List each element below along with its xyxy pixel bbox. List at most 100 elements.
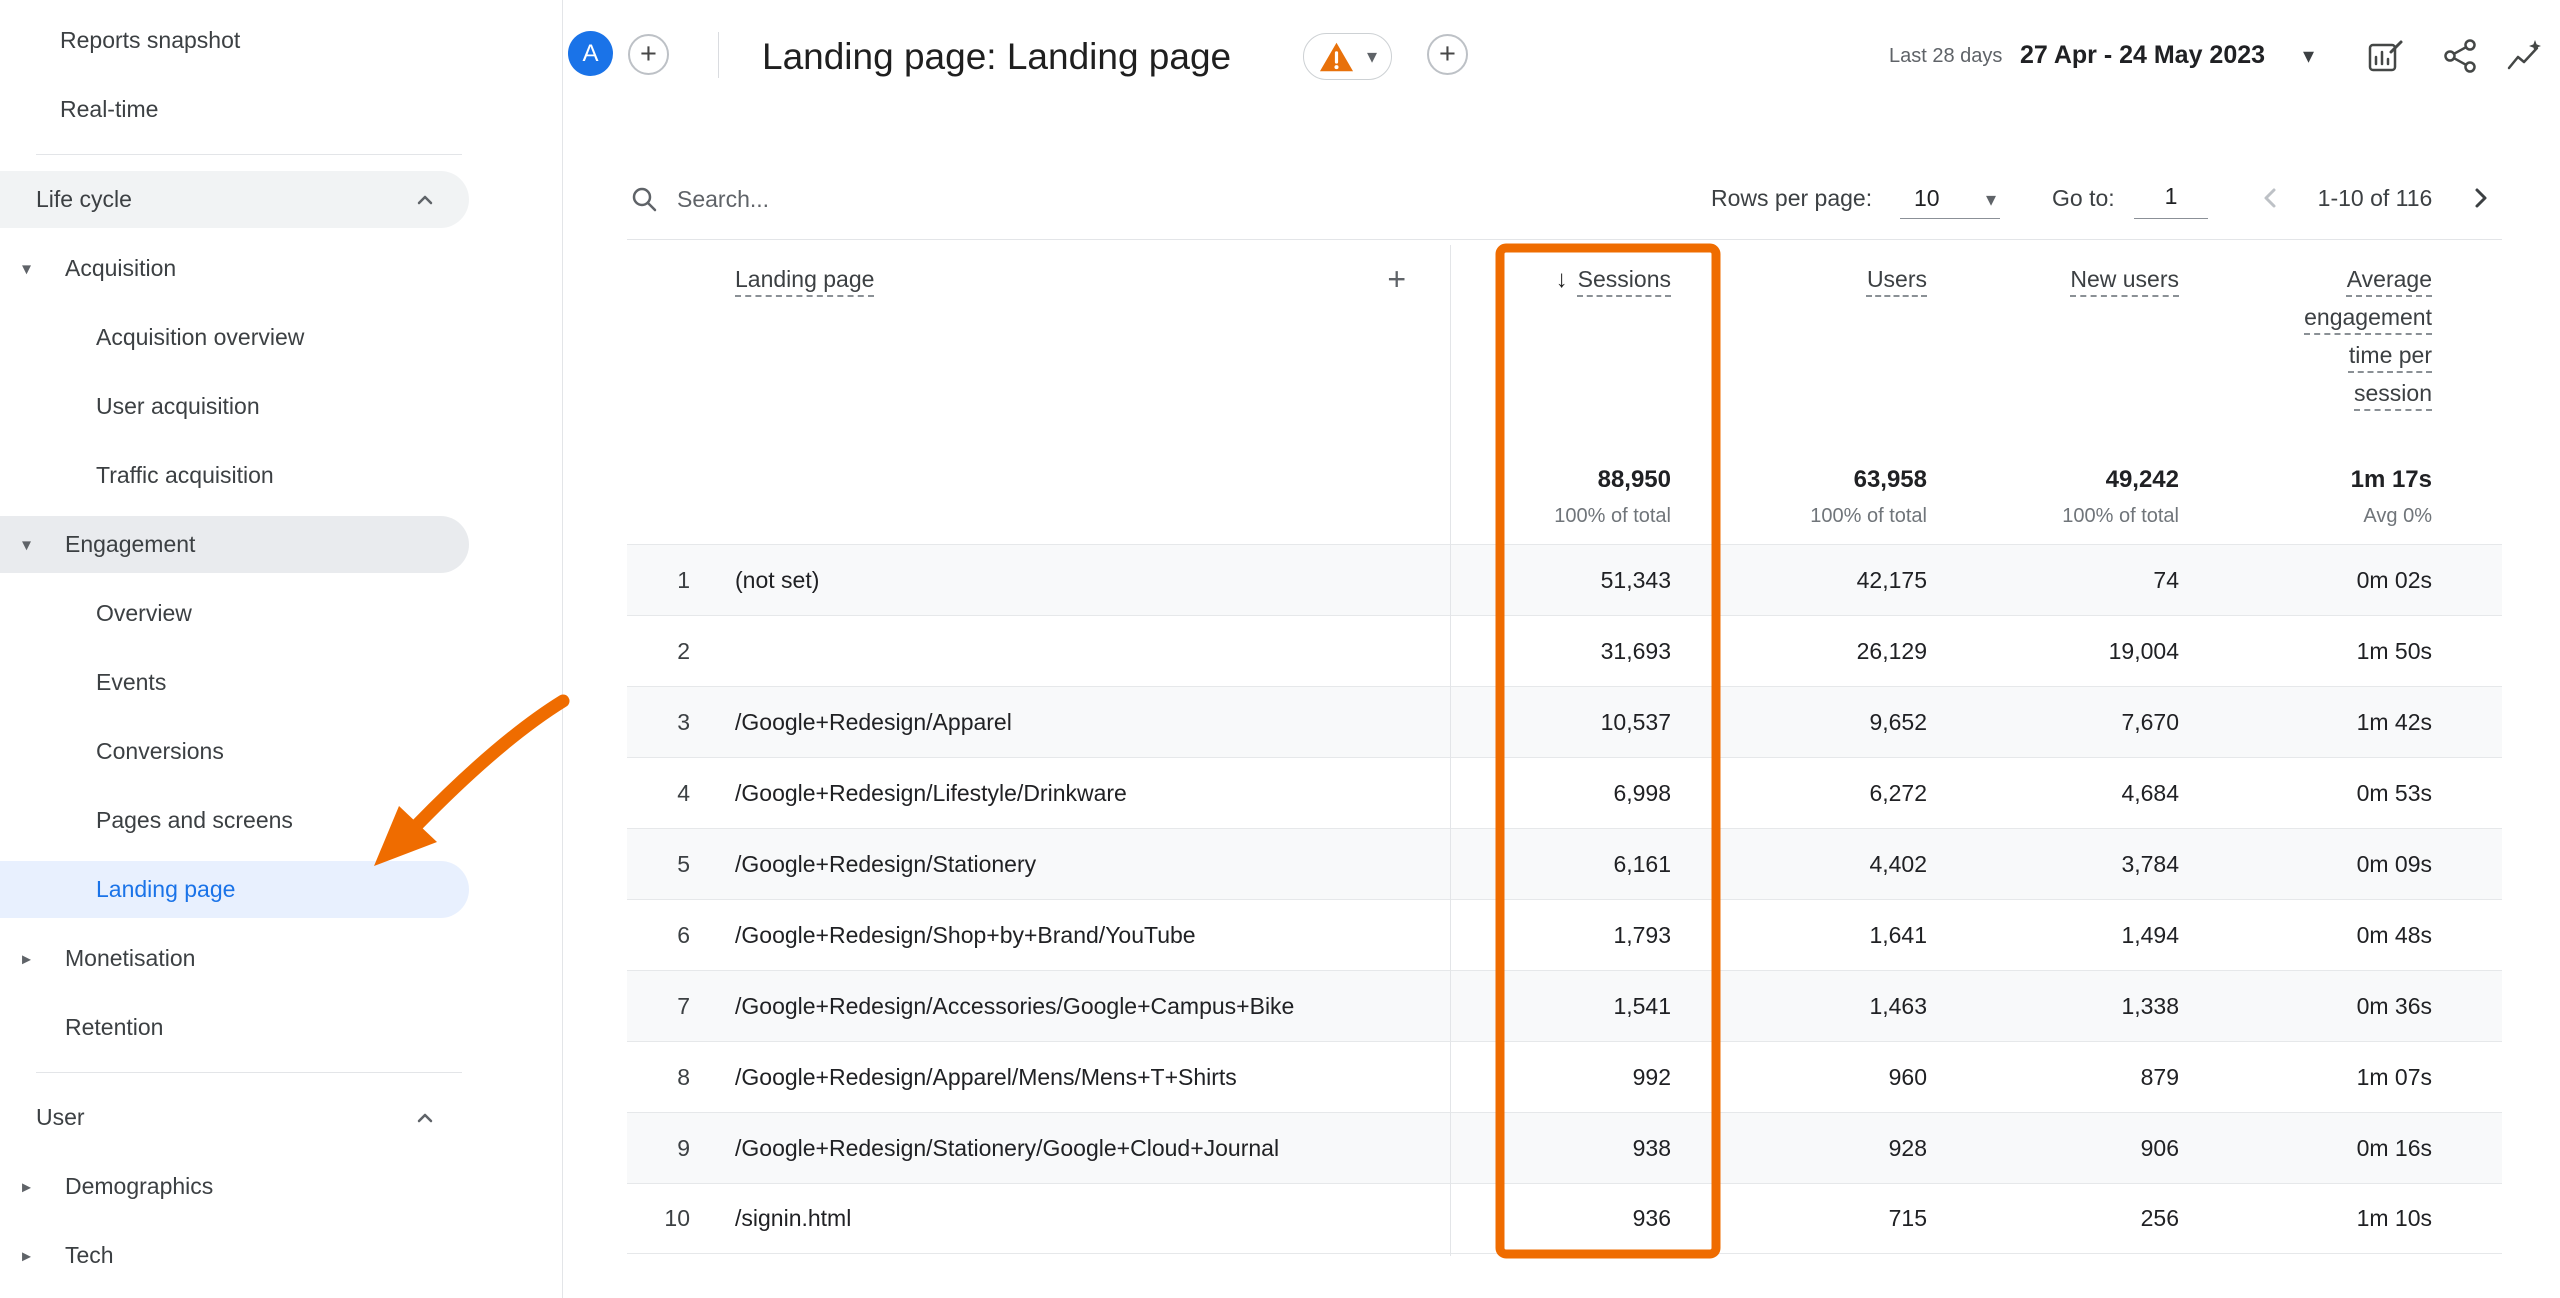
table-row[interactable]: 6 /Google+Redesign/Shop+by+Brand/YouTube… bbox=[627, 899, 2502, 970]
sidebar-section-life-cycle[interactable]: Life cycle bbox=[0, 165, 562, 234]
users-cell: 715 bbox=[1690, 1205, 1945, 1232]
sessions-header-label[interactable]: Sessions bbox=[1578, 266, 1671, 292]
table-row[interactable]: 5 /Google+Redesign/Stationery 6,161 4,40… bbox=[627, 828, 2502, 899]
sidebar-item-label: Acquisition overview bbox=[96, 324, 304, 351]
sidebar-item-conversions[interactable]: Conversions bbox=[0, 717, 562, 786]
new-users-cell: 4,684 bbox=[1945, 780, 2197, 807]
sessions-cell: 1,541 bbox=[1450, 993, 1690, 1020]
add-report-tab-button[interactable]: + bbox=[1427, 34, 1468, 75]
row-index: 2 bbox=[627, 638, 712, 665]
sidebar-item-real-time[interactable]: Real-time bbox=[0, 75, 562, 144]
data-quality-chip[interactable]: ▾ bbox=[1303, 33, 1392, 80]
sidebar-item-landing-page[interactable]: Landing page bbox=[0, 855, 562, 924]
sidebar-item-events[interactable]: Events bbox=[0, 648, 562, 717]
sidebar-item-overview[interactable]: Overview bbox=[0, 579, 562, 648]
go-to-label: Go to: bbox=[2052, 185, 2115, 212]
rows-per-page-value: 10 bbox=[1914, 185, 1940, 212]
users-cell: 4,402 bbox=[1690, 851, 1945, 878]
table-row[interactable]: 7 /Google+Redesign/Accessories/Google+Ca… bbox=[627, 970, 2502, 1041]
sidebar-item-traffic-acquisition[interactable]: Traffic acquisition bbox=[0, 441, 562, 510]
users-cell: 6,272 bbox=[1690, 780, 1945, 807]
sessions-cell: 1,793 bbox=[1450, 922, 1690, 949]
sidebar-item-reports-snapshot[interactable]: Reports snapshot bbox=[0, 6, 562, 75]
row-number-header bbox=[627, 240, 712, 544]
users-cell: 26,129 bbox=[1690, 638, 1945, 665]
total-percent: 100% of total bbox=[1554, 502, 1671, 530]
row-index: 8 bbox=[627, 1064, 712, 1091]
avg-engagement-cell: 0m 48s bbox=[2197, 922, 2502, 949]
table-row[interactable]: 2 31,693 26,129 19,004 1m 50s bbox=[627, 615, 2502, 686]
table-row[interactable]: 1 (not set) 51,343 42,175 74 0m 02s bbox=[627, 544, 2502, 615]
sidebar-item-label: Overview bbox=[96, 600, 192, 627]
total-value: 1m 17s bbox=[2351, 464, 2432, 496]
sidebar-item-acquisition-overview[interactable]: Acquisition overview bbox=[0, 303, 562, 372]
date-range-selector[interactable]: 27 Apr - 24 May 2023 bbox=[2020, 41, 2265, 70]
sidebar-divider bbox=[36, 154, 462, 155]
share-report-button[interactable] bbox=[2440, 37, 2480, 77]
new-users-cell: 879 bbox=[1945, 1064, 2197, 1091]
totals-users: 63,958 100% of total bbox=[1810, 464, 1927, 530]
total-value: 49,242 bbox=[2062, 464, 2179, 496]
row-index: 9 bbox=[627, 1135, 712, 1162]
next-page-button[interactable] bbox=[2465, 183, 2495, 213]
table-row[interactable]: 8 /Google+Redesign/Apparel/Mens/Mens+T+S… bbox=[627, 1041, 2502, 1112]
insights-button[interactable] bbox=[2504, 37, 2544, 77]
add-comparison-button[interactable]: + bbox=[628, 34, 669, 75]
sidebar-item-acquisition[interactable]: ▾ Acquisition bbox=[0, 234, 562, 303]
table-toolbar: Rows per page: 10 ▾ Go to: 1-10 of 116 bbox=[627, 155, 2502, 240]
rows-per-page-select[interactable]: 10 ▾ bbox=[1900, 175, 2000, 219]
landing-page-cell: /Google+Redesign/Stationery/Google+Cloud… bbox=[712, 1135, 1450, 1162]
column-header-sessions: ↓Sessions 88,950 100% of total bbox=[1450, 240, 1690, 544]
avg-engagement-cell: 0m 36s bbox=[2197, 993, 2502, 1020]
landing-page-cell: /Google+Redesign/Lifestyle/Drinkware bbox=[712, 780, 1450, 807]
sidebar-item-tech[interactable]: ▸ Tech bbox=[0, 1221, 562, 1290]
sessions-cell: 992 bbox=[1450, 1064, 1690, 1091]
sidebar-item-user-acquisition[interactable]: User acquisition bbox=[0, 372, 562, 441]
sidebar: Reports snapshot Real-time Life cycle ▾ … bbox=[0, 0, 563, 1298]
search-input[interactable] bbox=[677, 179, 1097, 219]
avg-engagement-header-label[interactable]: Average engagement time per session bbox=[2290, 260, 2432, 412]
edit-chart-icon bbox=[2365, 37, 2405, 77]
chevron-down-icon[interactable]: ▾ bbox=[2303, 43, 2314, 69]
previous-page-button[interactable] bbox=[2256, 183, 2286, 213]
column-header-avg-engagement: Average engagement time per session 1m 1… bbox=[2197, 240, 2502, 544]
sessions-cell: 6,998 bbox=[1450, 780, 1690, 807]
go-to-page-input[interactable] bbox=[2134, 175, 2208, 219]
row-index: 4 bbox=[627, 780, 712, 807]
sidebar-item-pages-and-screens[interactable]: Pages and screens bbox=[0, 786, 562, 855]
landing-page-cell: /Google+Redesign/Apparel bbox=[712, 709, 1450, 736]
new-users-cell: 74 bbox=[1945, 567, 2197, 594]
new-users-cell: 19,004 bbox=[1945, 638, 2197, 665]
customise-report-button[interactable] bbox=[2365, 37, 2405, 77]
sidebar-item-label: Landing page bbox=[96, 876, 235, 903]
sidebar-item-demographics[interactable]: ▸ Demographics bbox=[0, 1152, 562, 1221]
insights-icon bbox=[2504, 37, 2544, 77]
table-row[interactable]: 10 /signin.html 936 715 256 1m 10s bbox=[627, 1183, 2502, 1254]
table-row[interactable]: 3 /Google+Redesign/Apparel 10,537 9,652 … bbox=[627, 686, 2502, 757]
add-dimension-button[interactable]: + bbox=[1387, 260, 1406, 298]
users-header-label[interactable]: Users bbox=[1867, 266, 1927, 292]
page-title: Landing page: Landing page bbox=[762, 36, 1231, 78]
new-users-header-label[interactable]: New users bbox=[2070, 266, 2179, 292]
sidebar-item-retention[interactable]: Retention bbox=[0, 993, 562, 1062]
avg-engagement-cell: 1m 07s bbox=[2197, 1064, 2502, 1091]
row-index: 6 bbox=[627, 922, 712, 949]
total-value: 63,958 bbox=[1810, 464, 1927, 496]
sidebar-item-engagement[interactable]: ▾ Engagement bbox=[0, 510, 562, 579]
landing-page-header-label[interactable]: Landing page bbox=[735, 260, 874, 298]
sidebar-item-monetisation[interactable]: ▸ Monetisation bbox=[0, 924, 562, 993]
sidebar-item-label: Events bbox=[96, 669, 166, 696]
table-row[interactable]: 4 /Google+Redesign/Lifestyle/Drinkware 6… bbox=[627, 757, 2502, 828]
landing-page-cell: /Google+Redesign/Shop+by+Brand/YouTube bbox=[712, 922, 1450, 949]
section-title: Life cycle bbox=[36, 186, 132, 213]
sidebar-section-user[interactable]: User bbox=[0, 1083, 562, 1152]
new-users-cell: 906 bbox=[1945, 1135, 2197, 1162]
collapse-arrow-icon: ▸ bbox=[22, 1176, 31, 1197]
table-row[interactable]: 9 /Google+Redesign/Stationery/Google+Clo… bbox=[627, 1112, 2502, 1183]
users-cell: 1,641 bbox=[1690, 922, 1945, 949]
comparison-chip[interactable]: A bbox=[568, 31, 613, 76]
column-header-landing-page: Landing page + bbox=[712, 240, 1450, 544]
sidebar-item-label: Traffic acquisition bbox=[96, 462, 274, 489]
column-header-users: Users 63,958 100% of total bbox=[1690, 240, 1945, 544]
sessions-cell: 936 bbox=[1450, 1205, 1690, 1232]
